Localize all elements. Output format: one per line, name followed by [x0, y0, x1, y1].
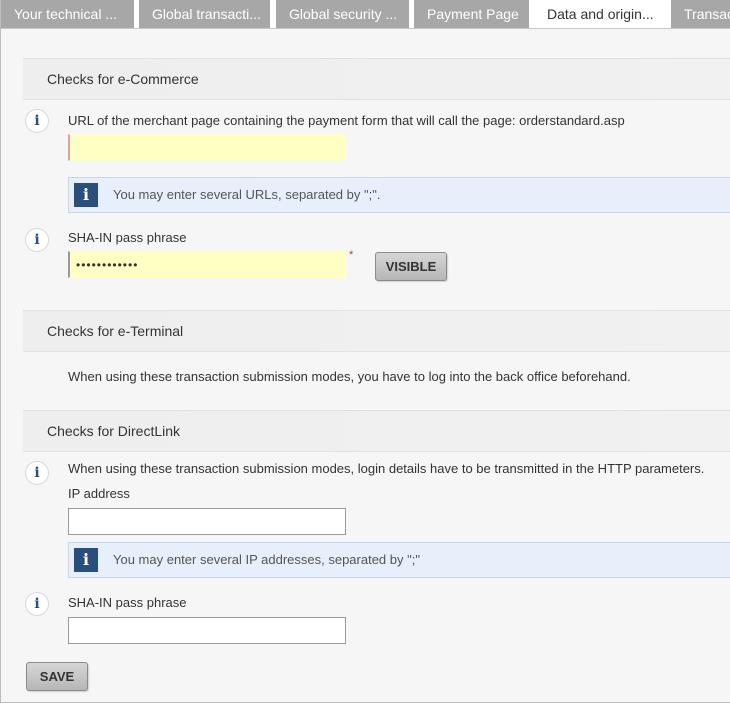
directlink-sha-in-input[interactable]: [68, 617, 346, 644]
info-icon[interactable]: i: [25, 109, 49, 133]
hint-text: You may enter several URLs, separated by…: [113, 187, 381, 202]
merchant-url-label: URL of the merchant page containing the …: [68, 113, 625, 128]
section-header-directlink: Checks for DirectLink: [23, 410, 730, 452]
directlink-note: When using these transaction submission …: [68, 461, 705, 476]
ip-address-input[interactable]: [68, 508, 346, 535]
section-header-ecommerce: Checks for e-Commerce: [23, 58, 730, 100]
tab-technical-information[interactable]: Your technical ...: [1, 0, 134, 28]
merchant-url-input[interactable]: [68, 134, 346, 161]
ip-address-hint: i You may enter several IP addresses, se…: [68, 542, 730, 578]
tab-bar: Your technical ... Global transacti... G…: [1, 0, 730, 29]
visible-button[interactable]: VISIBLE: [375, 252, 447, 281]
info-icon[interactable]: i: [25, 592, 49, 616]
required-marker: *: [349, 249, 354, 261]
tab-data-and-origin-verification[interactable]: Data and origin...: [534, 0, 666, 28]
info-icon[interactable]: i: [25, 461, 49, 485]
info-icon: i: [74, 548, 98, 572]
tab-panel: Checks for e-Commerce i URL of the merch…: [1, 29, 730, 702]
tab-transaction-feedback[interactable]: Transac: [671, 0, 730, 28]
tab-global-transaction-parameters[interactable]: Global transacti...: [139, 0, 270, 28]
eterminal-note: When using these transaction submission …: [68, 369, 631, 384]
sha-in-label: SHA-IN pass phrase: [68, 230, 187, 245]
tab-global-security-parameters[interactable]: Global security ...: [276, 0, 409, 28]
merchant-url-hint: i You may enter several URLs, separated …: [68, 177, 730, 213]
sha-in-passphrase-input[interactable]: [68, 251, 346, 278]
tab-payment-page[interactable]: Payment Page: [414, 0, 529, 28]
save-button[interactable]: SAVE: [26, 662, 88, 691]
hint-text: You may enter several IP addresses, sepa…: [113, 552, 420, 567]
window: Your technical ... Global transacti... G…: [0, 0, 730, 703]
info-icon[interactable]: i: [25, 228, 49, 252]
info-icon: i: [74, 183, 98, 207]
ip-address-label: IP address: [68, 486, 130, 501]
section-header-eterminal: Checks for e-Terminal: [23, 310, 730, 352]
directlink-sha-in-label: SHA-IN pass phrase: [68, 595, 187, 610]
